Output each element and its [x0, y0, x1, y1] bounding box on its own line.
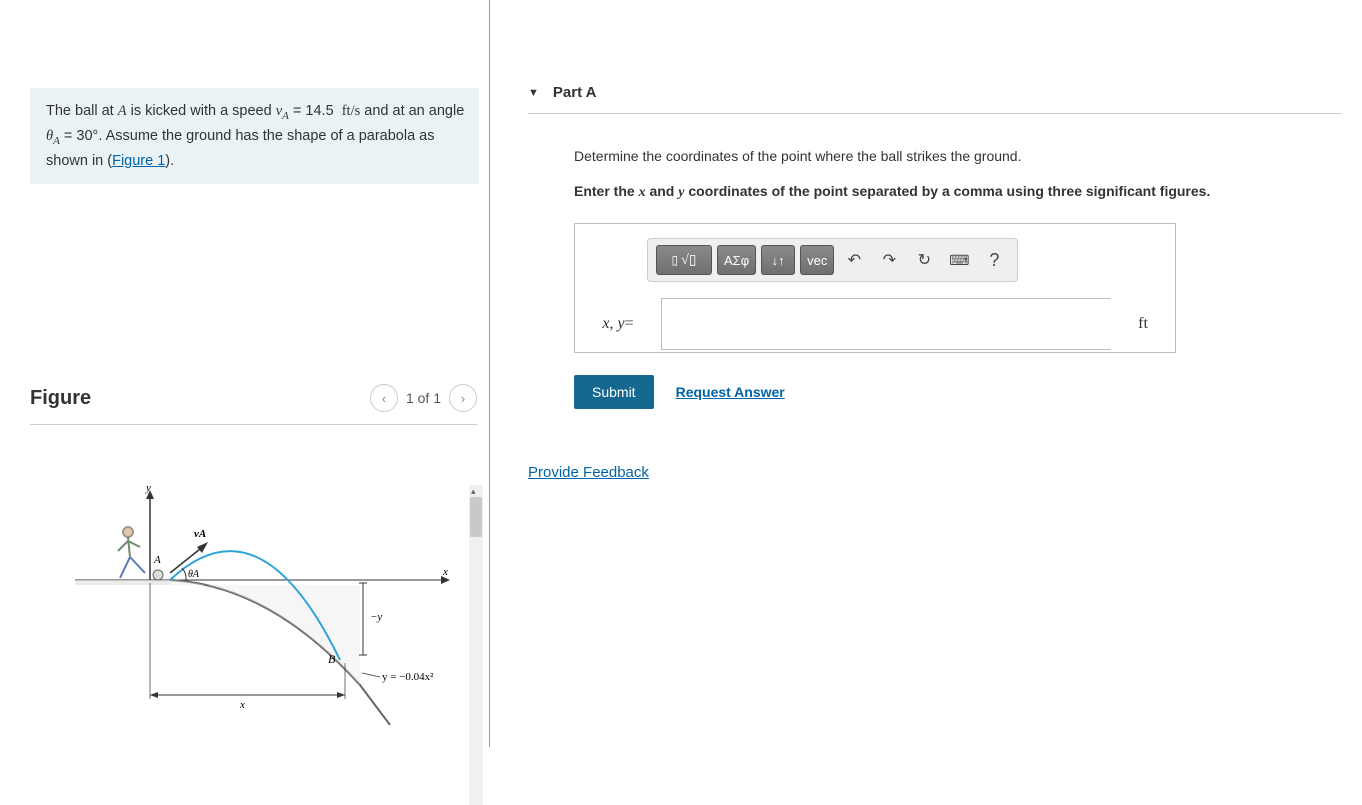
svg-text:vA: vA	[194, 528, 206, 540]
figure-scrollbar[interactable]: ▴	[469, 485, 483, 805]
request-answer-link[interactable]: Request Answer	[676, 382, 785, 403]
provide-feedback-link[interactable]: Provide Feedback	[528, 464, 649, 481]
angle-value: 30°	[76, 128, 98, 144]
greek-button[interactable]: ΑΣφ	[717, 245, 756, 275]
figure-nav: ‹ 1 of 1 ›	[370, 384, 477, 412]
figure-prev-button[interactable]: ‹	[370, 384, 398, 412]
scroll-thumb[interactable]	[470, 497, 482, 537]
sub-A: A	[53, 135, 60, 147]
svg-text:A: A	[153, 554, 161, 566]
right-panel: ▼ Part A Determine the coordinates of th…	[490, 0, 1362, 747]
part-title: Part A	[553, 84, 597, 101]
figure-page-indicator: 1 of 1	[406, 390, 441, 406]
text: . Assume the ground has the shape of a p…	[46, 128, 434, 169]
sub-A: A	[282, 110, 289, 122]
text: is kicked with a speed	[127, 103, 276, 119]
svg-text:x: x	[239, 699, 245, 711]
figure-next-button[interactable]: ›	[449, 384, 477, 412]
figure-title: Figure	[30, 387, 91, 410]
subsup-button[interactable]: ↓↑	[761, 245, 795, 275]
vec-button[interactable]: vec	[800, 245, 834, 275]
redo-button[interactable]: ↷	[874, 245, 904, 275]
figure-header: Figure ‹ 1 of 1 ›	[30, 384, 477, 425]
figure-body: ▴ y x	[30, 485, 483, 805]
submit-button[interactable]: Submit	[574, 375, 654, 409]
problem-statement: The ball at A is kicked with a speed vA …	[30, 88, 479, 184]
svg-text:x: x	[442, 566, 448, 578]
unit-label: ft	[1111, 296, 1175, 352]
svg-text:θA: θA	[188, 569, 200, 580]
keyboard-button[interactable]: ⌨	[944, 245, 974, 275]
templates-button[interactable]: ▯ √▯	[656, 245, 712, 275]
text: The ball at	[46, 103, 118, 119]
help-button[interactable]: ?	[979, 245, 1009, 275]
figure-link[interactable]: Figure 1	[112, 153, 165, 169]
point-A: A	[118, 103, 127, 119]
answer-box: ▯ √▯ ΑΣφ ↓↑ vec ↶ ↷ ↻ ⌨ ? x, y =	[574, 223, 1176, 353]
speed-unit: ft/s	[342, 103, 361, 119]
equation-toolbar: ▯ √▯ ΑΣφ ↓↑ vec ↶ ↷ ↻ ⌨ ?	[647, 238, 1018, 282]
svg-text:y = −0.04x²: y = −0.04x²	[382, 671, 434, 683]
part-body: Determine the coordinates of the point w…	[574, 146, 1342, 409]
speed-value: 14.5	[305, 103, 333, 119]
collapse-caret-icon: ▼	[528, 87, 539, 99]
actions: Submit Request Answer	[574, 375, 1342, 409]
answer-input-row: x, y = ft	[575, 296, 1175, 352]
reset-button[interactable]: ↻	[909, 245, 939, 275]
part-header[interactable]: ▼ Part A	[528, 84, 1342, 114]
input-label: x, y =	[575, 296, 661, 352]
undo-button[interactable]: ↶	[839, 245, 869, 275]
prompt-2: Enter the x and y coordinates of the poi…	[574, 181, 1342, 203]
left-panel: The ball at A is kicked with a speed vA …	[0, 0, 490, 747]
text: ).	[165, 153, 174, 169]
svg-text:B: B	[328, 652, 336, 666]
svg-text:y: y	[145, 485, 151, 494]
figure-illustration: y x	[70, 485, 450, 725]
svg-text:−y: −y	[370, 611, 382, 623]
text: and at an angle	[360, 103, 464, 119]
prompt-1: Determine the coordinates of the point w…	[574, 146, 1342, 167]
answer-input[interactable]	[661, 298, 1111, 350]
